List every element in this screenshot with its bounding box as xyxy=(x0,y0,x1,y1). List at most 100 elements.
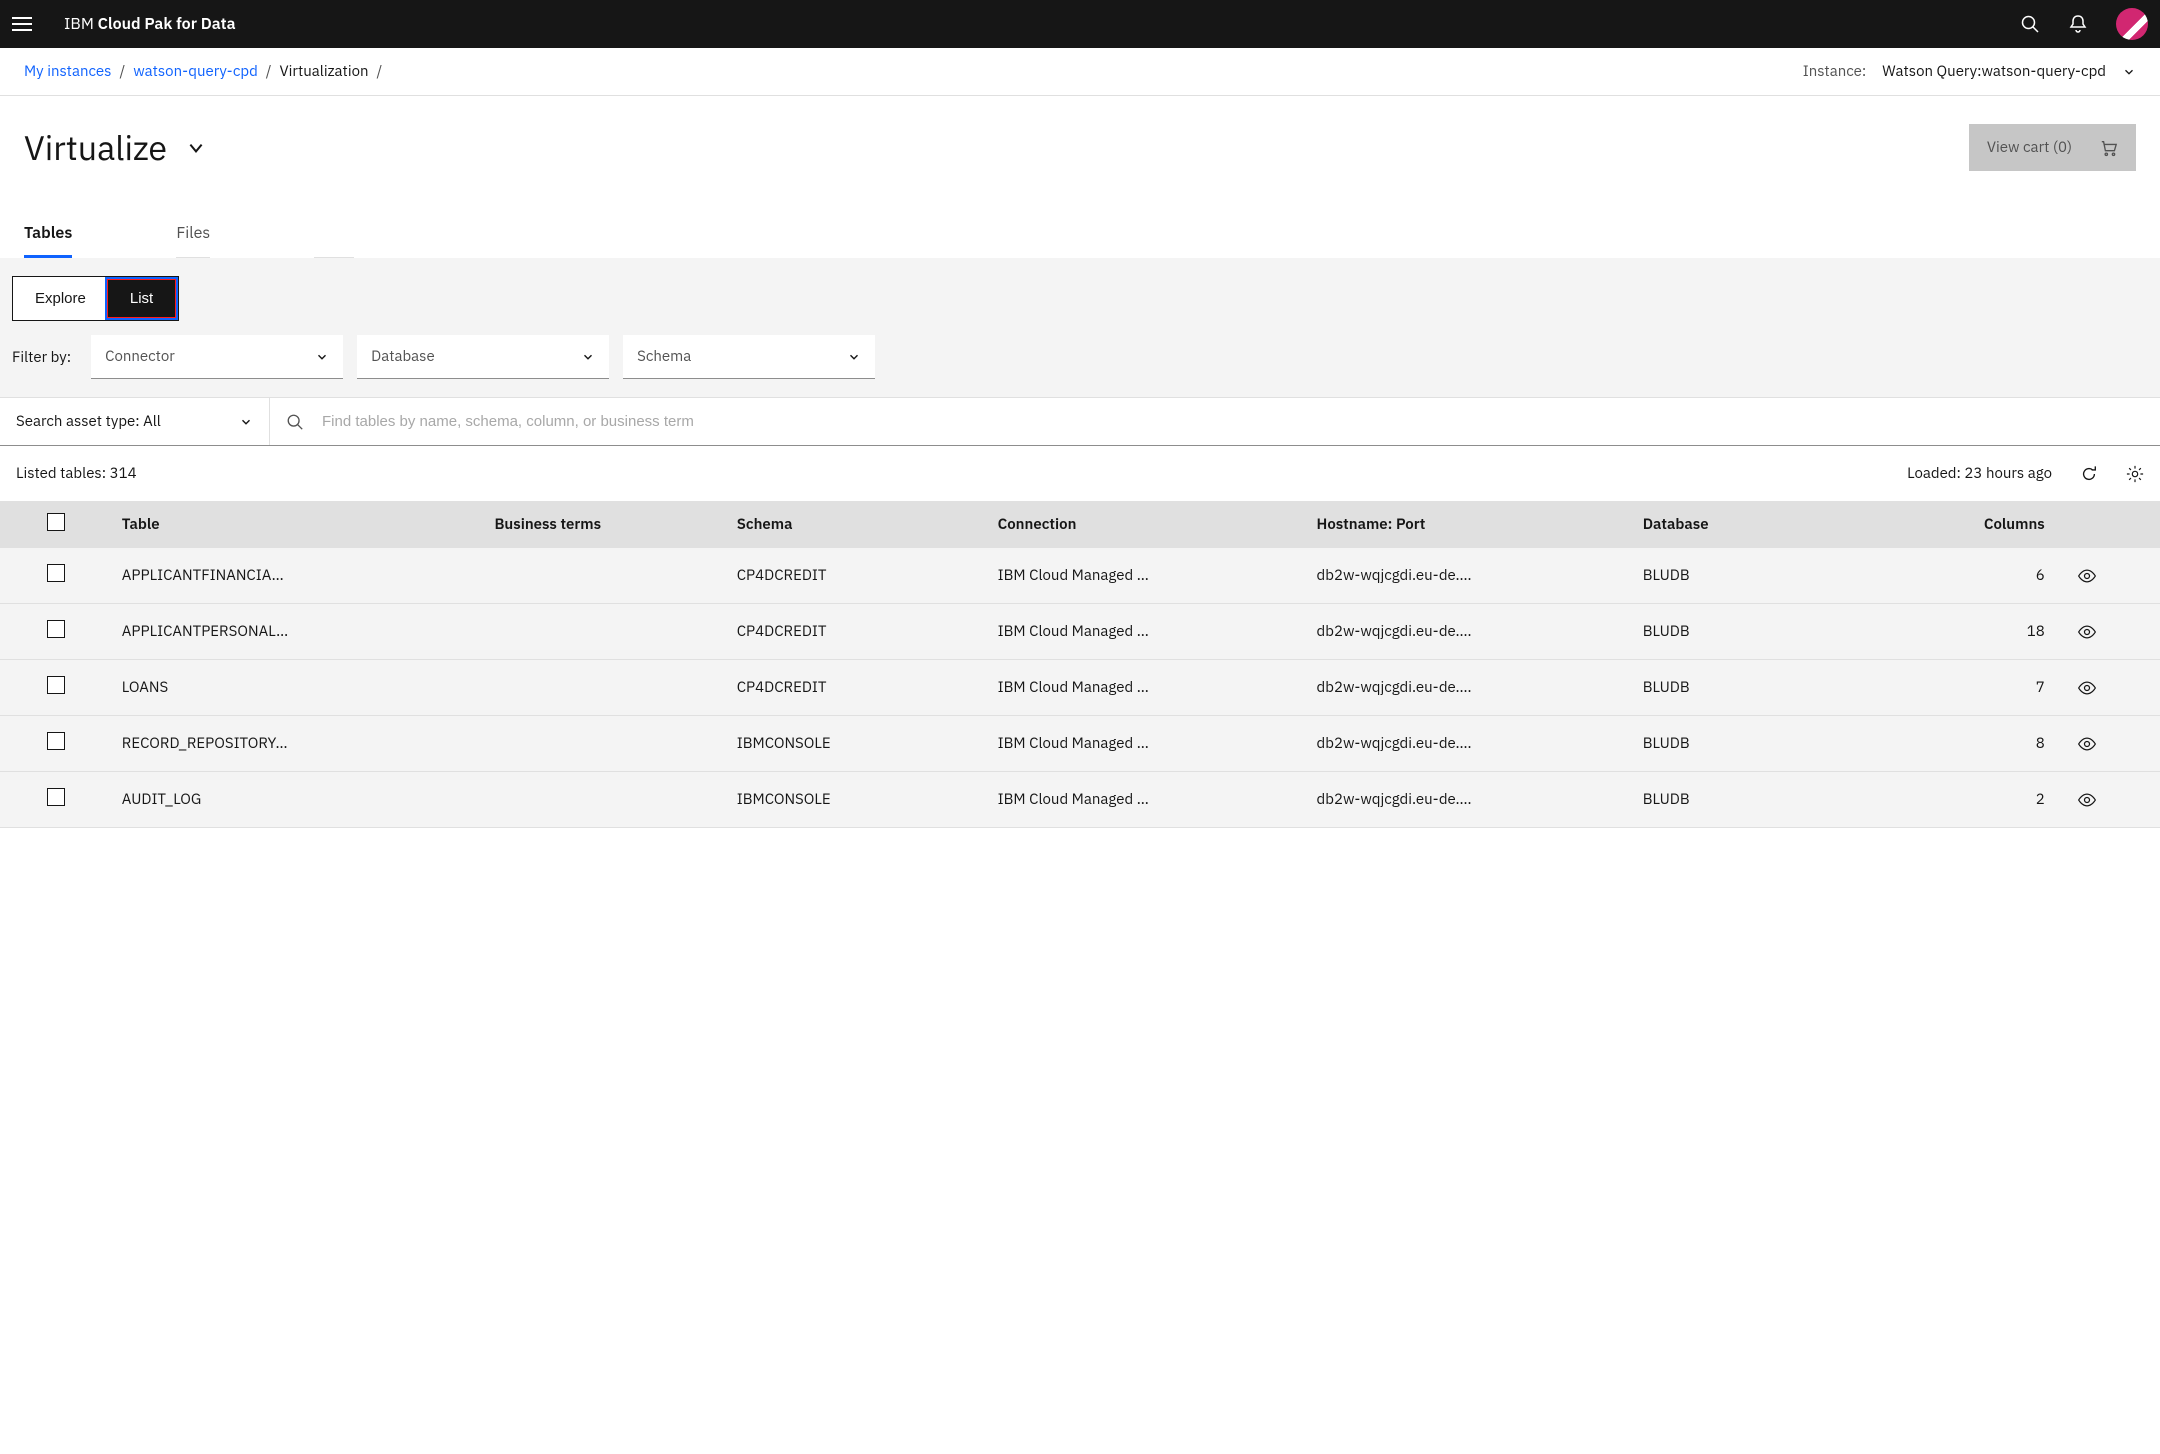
database-dropdown[interactable]: Database xyxy=(357,335,609,379)
col-columns[interactable]: Columns xyxy=(1894,501,2067,548)
cell-hostname: db2w-wqjcgdi.eu-de.… xyxy=(1307,604,1633,660)
table-row[interactable]: LOANSCP4DCREDITIBM Cloud Managed …db2w-w… xyxy=(0,660,2160,716)
cell-connection: IBM Cloud Managed … xyxy=(988,772,1307,828)
col-database[interactable]: Database xyxy=(1633,501,1894,548)
view-mode-toggle: Explore List xyxy=(12,276,179,321)
page-header: Virtualize View cart (0) xyxy=(0,96,2160,211)
loaded-time: Loaded: 23 hours ago xyxy=(1907,464,2052,483)
listed-tables-count: Listed tables: 314 xyxy=(16,464,137,483)
chevron-down-icon xyxy=(187,139,205,157)
preview-icon[interactable] xyxy=(2077,622,2097,642)
tab-files[interactable]: Files xyxy=(176,211,210,258)
chevron-down-icon xyxy=(239,415,253,429)
cell-database: BLUDB xyxy=(1633,716,1894,772)
search-field[interactable] xyxy=(270,398,2160,445)
breadcrumb-virtualization: Virtualization xyxy=(280,62,369,81)
cell-schema: CP4DCREDIT xyxy=(727,548,988,604)
topbar-actions xyxy=(2020,8,2148,40)
row-checkbox[interactable] xyxy=(47,732,65,750)
col-connection[interactable]: Connection xyxy=(988,501,1307,548)
cell-columns: 6 xyxy=(1894,548,2067,604)
brand-prefix: IBM xyxy=(64,14,94,34)
row-checkbox[interactable] xyxy=(47,564,65,582)
avatar[interactable] xyxy=(2116,8,2148,40)
cell-connection: IBM Cloud Managed … xyxy=(988,548,1307,604)
explore-button[interactable]: Explore xyxy=(13,277,108,320)
tools-area: Explore List Filter by: Connector Databa… xyxy=(0,258,2160,828)
breadcrumb-my-instances[interactable]: My instances xyxy=(24,62,111,81)
filter-by-label: Filter by: xyxy=(12,348,77,367)
cell-columns: 18 xyxy=(1894,604,2067,660)
view-cart-label: View cart (0) xyxy=(1987,138,2072,157)
instance-selector[interactable]: Instance: Watson Query:watson-query-cpd xyxy=(1803,62,2136,81)
cell-business-terms xyxy=(484,716,726,772)
cell-connection: IBM Cloud Managed … xyxy=(988,604,1307,660)
select-all-checkbox[interactable] xyxy=(47,513,65,531)
database-label: Database xyxy=(371,347,435,366)
cell-connection: IBM Cloud Managed … xyxy=(988,660,1307,716)
asset-type-label: Search asset type: All xyxy=(16,412,161,431)
col-table[interactable]: Table xyxy=(112,501,485,548)
brand-product: Cloud Pak for Data xyxy=(98,14,236,34)
col-hostname[interactable]: Hostname: Port xyxy=(1307,501,1633,548)
tab-tables[interactable]: Tables xyxy=(24,211,72,258)
preview-icon[interactable] xyxy=(2077,678,2097,698)
cell-schema: CP4DCREDIT xyxy=(727,604,988,660)
breadcrumb: My instances / watson-query-cpd / Virtua… xyxy=(0,48,2160,96)
cell-hostname: db2w-wqjcgdi.eu-de.… xyxy=(1307,548,1633,604)
table-row[interactable]: AUDIT_LOGIBMCONSOLEIBM Cloud Managed …db… xyxy=(0,772,2160,828)
cell-database: BLUDB xyxy=(1633,548,1894,604)
schema-dropdown[interactable]: Schema xyxy=(623,335,875,379)
preview-icon[interactable] xyxy=(2077,566,2097,586)
cell-columns: 7 xyxy=(1894,660,2067,716)
cell-table: AUDIT_LOG xyxy=(112,772,485,828)
chevron-down-icon xyxy=(581,350,595,364)
cell-schema: IBMCONSOLE xyxy=(727,772,988,828)
refresh-icon[interactable] xyxy=(2080,465,2098,483)
row-checkbox[interactable] xyxy=(47,676,65,694)
cell-database: BLUDB xyxy=(1633,604,1894,660)
table-row[interactable]: APPLICANTPERSONAL… CP4DCREDITIBM Cloud Ma… xyxy=(0,604,2160,660)
asset-type-dropdown[interactable]: Search asset type: All xyxy=(0,398,270,445)
top-nav: IBM Cloud Pak for Data xyxy=(0,0,2160,48)
col-business-terms[interactable]: Business terms xyxy=(484,501,726,548)
list-button[interactable]: List xyxy=(108,280,175,317)
cell-columns: 2 xyxy=(1894,772,2067,828)
cell-connection: IBM Cloud Managed … xyxy=(988,716,1307,772)
breadcrumb-watson-query-cpd[interactable]: watson-query-cpd xyxy=(133,62,258,81)
brand: IBM Cloud Pak for Data xyxy=(64,14,236,34)
search-icon[interactable] xyxy=(2020,14,2040,34)
cell-hostname: db2w-wqjcgdi.eu-de.… xyxy=(1307,716,1633,772)
page-title: Virtualize xyxy=(24,126,167,170)
chevron-down-icon xyxy=(2122,65,2136,79)
table-row[interactable]: RECORD_REPOSITORY…IBMCONSOLEIBM Cloud Ma… xyxy=(0,716,2160,772)
filter-row: Filter by: Connector Database Schema xyxy=(0,335,2160,397)
cell-business-terms xyxy=(484,772,726,828)
search-input[interactable] xyxy=(322,413,2144,430)
breadcrumb-sep: / xyxy=(266,62,272,81)
page-title-wrap[interactable]: Virtualize xyxy=(24,126,205,170)
table-row[interactable]: APPLICANTFINANCIA…CP4DCREDITIBM Cloud Ma… xyxy=(0,548,2160,604)
connector-dropdown[interactable]: Connector xyxy=(91,335,343,379)
cell-business-terms xyxy=(484,548,726,604)
schema-label: Schema xyxy=(637,347,691,366)
col-schema[interactable]: Schema xyxy=(727,501,988,548)
table-header-row: Table Business terms Schema Connection H… xyxy=(0,501,2160,548)
menu-icon[interactable] xyxy=(12,12,36,36)
cell-hostname: db2w-wqjcgdi.eu-de.… xyxy=(1307,660,1633,716)
cell-columns: 8 xyxy=(1894,716,2067,772)
row-checkbox[interactable] xyxy=(47,788,65,806)
view-cart-button[interactable]: View cart (0) xyxy=(1969,124,2136,171)
search-row: Search asset type: All xyxy=(0,397,2160,446)
preview-icon[interactable] xyxy=(2077,734,2097,754)
cell-database: BLUDB xyxy=(1633,660,1894,716)
breadcrumb-sep: / xyxy=(377,62,383,81)
cell-table: RECORD_REPOSITORY… xyxy=(112,716,485,772)
preview-icon[interactable] xyxy=(2077,790,2097,810)
instance-label: Instance: xyxy=(1803,62,1867,81)
notifications-icon[interactable] xyxy=(2068,14,2088,34)
cell-table: APPLICANTPERSONAL… xyxy=(112,604,485,660)
row-checkbox[interactable] xyxy=(47,620,65,638)
gear-icon[interactable] xyxy=(2126,465,2144,483)
cell-business-terms xyxy=(484,660,726,716)
